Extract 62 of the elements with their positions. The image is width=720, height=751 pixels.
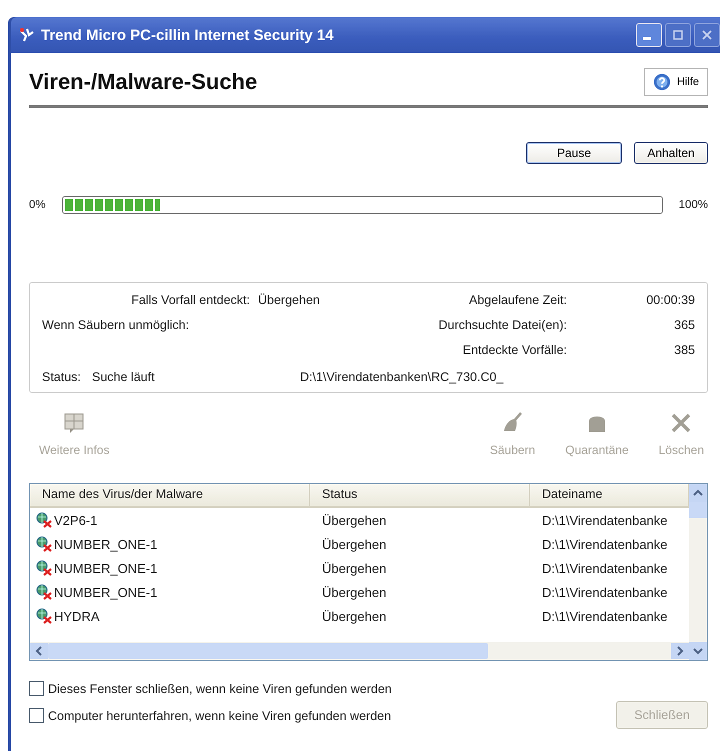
scan-control-button[interactable]: Pause (526, 142, 622, 164)
globe-x-icon (36, 512, 52, 528)
info-value: 00:00:39 (645, 292, 695, 306)
table-cell-text: Übergehen (321, 584, 388, 600)
info-label: Falls Vorfall entdeckt: (130, 292, 250, 306)
horizontal-scrollbar[interactable] (30, 642, 689, 660)
help-button[interactable]: Hilfe (644, 68, 708, 96)
info-label: Wenn Säubern unmöglich: (42, 318, 190, 332)
table-cell-text: D:\1\Virendatenbanke (541, 536, 669, 552)
table-cell-text: D:\1\Virendatenbanke (541, 584, 669, 600)
table-cell: HYDRA (30, 608, 310, 624)
info-label: Durchsuchte Datei(en): (437, 318, 567, 332)
info-label: Entdeckte Vorfälle: (462, 342, 567, 356)
globe-x-icon (36, 560, 52, 576)
info-value: 365 (673, 318, 695, 332)
window-title: Trend Micro PC-cillin Internet Security 14 (41, 26, 335, 44)
info-value: Übergehen (258, 292, 320, 306)
globe-x-icon (36, 536, 52, 552)
scroll-up-icon[interactable] (689, 484, 707, 502)
table-cell-text: D:\1\Virendatenbanke (541, 512, 669, 528)
table-cell: NUMBER_ONE-1 (30, 560, 310, 576)
table-cell: NUMBER_ONE-1 (30, 584, 310, 600)
checkbox[interactable] (29, 708, 44, 723)
status-value: Suche läuft (92, 370, 156, 384)
table-cell: NUMBER_ONE-1 (30, 536, 310, 552)
maximize-icon (673, 30, 683, 40)
info-label: Abgelaufene Zeit: (468, 292, 567, 306)
scroll-thumb[interactable] (689, 502, 707, 518)
table-cell-text: Übergehen (321, 560, 388, 576)
checkbox[interactable] (29, 681, 44, 696)
app-icon (19, 27, 35, 43)
table-cell-text: Übergehen (321, 536, 388, 552)
scan-control-button[interactable]: Anhalten (634, 142, 708, 164)
progress-min-label: 0% (29, 199, 46, 211)
info-value: 385 (673, 342, 695, 356)
option-checkbox[interactable]: Dieses Fenster schließen, wenn keine Viren gefunden werden (29, 681, 392, 696)
scroll-right-icon[interactable] (671, 643, 689, 659)
table-cell-text: D:\1\Virendatenbanke (541, 560, 669, 576)
globe-x-icon (36, 608, 52, 624)
page-title: Viren-/Malware-Suche (29, 69, 258, 95)
maximize-button[interactable] (665, 23, 691, 47)
scroll-down-icon[interactable] (689, 642, 707, 660)
progress-max-label: 100% (678, 199, 708, 211)
table-cell-text: Übergehen (321, 608, 388, 624)
column-header[interactable]: Status (310, 484, 530, 506)
vertical-scrollbar[interactable] (689, 484, 707, 660)
close-button[interactable] (694, 23, 720, 47)
table-cell-text: D:\1\Virendatenbanke (541, 608, 669, 624)
scroll-left-icon[interactable] (30, 643, 48, 659)
status-label: Status: (42, 370, 82, 384)
info-panel-icon (62, 411, 86, 435)
current-file-path: D:\1\Virendatenbanken\RC_730.C0_ (300, 370, 504, 384)
minimize-button[interactable] (636, 23, 662, 47)
scroll-thumb[interactable] (48, 643, 488, 659)
globe-x-icon (36, 584, 52, 600)
table-cell: V2P6-1 (30, 512, 310, 528)
column-header[interactable]: Name des Virus/der Malware (30, 484, 310, 506)
help-icon (652, 73, 671, 91)
option-checkbox[interactable]: Computer herunterfahren, wenn keine Viren gefunden werden (29, 708, 392, 723)
minimize-icon (643, 36, 651, 40)
close-icon (702, 30, 712, 40)
table-cell-text: Übergehen (321, 512, 388, 528)
